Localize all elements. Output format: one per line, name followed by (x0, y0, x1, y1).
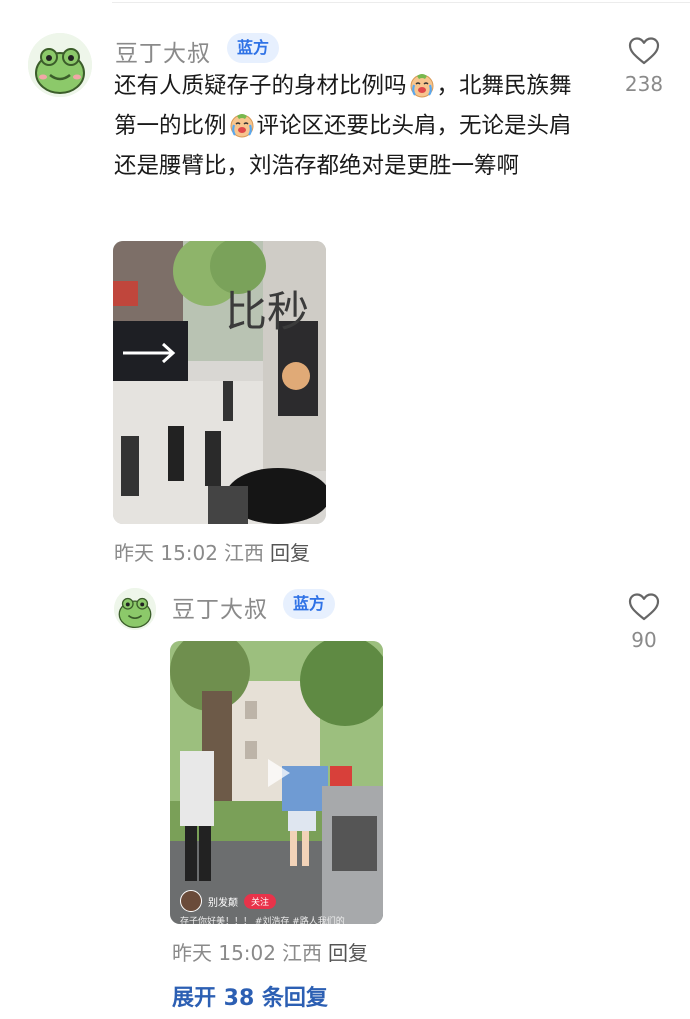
like-button[interactable]: 238 (616, 36, 672, 96)
photo-overlay-text: 比秒 (225, 287, 309, 336)
comment-meta: 昨天 15:02 江西 回复 (114, 537, 316, 566)
commenter-avatar[interactable] (28, 33, 92, 97)
reply-video[interactable]: 别发颠 关注 存子你好美！！！ #刘浩存 #路人我们的 (170, 641, 383, 924)
reply-meta: 昨天 15:02 江西 回复 (172, 937, 374, 966)
comment-time: 昨天 15:02 (114, 541, 218, 565)
commenter-username[interactable]: 豆丁大叔 (115, 34, 211, 68)
like-count: 238 (624, 72, 664, 96)
crying-laughing-face-icon (408, 71, 436, 99)
video-author-avatar (180, 890, 202, 912)
team-badge: 蓝方 (227, 33, 280, 63)
reply-button[interactable]: 回复 (328, 941, 368, 965)
reply-username[interactable]: 豆丁大叔 (172, 590, 268, 624)
video-thumbnail-image (170, 641, 383, 924)
street-photo-image: 比秒 (113, 241, 326, 524)
heart-icon (628, 593, 660, 621)
comment-photo[interactable]: 比秒 (113, 241, 326, 524)
reply-avatar[interactable] (114, 588, 156, 630)
frog-avatar-icon (28, 33, 92, 97)
heart-icon (628, 37, 660, 65)
top-divider (112, 2, 690, 3)
video-caption: 存子你好美！！！ #刘浩存 #路人我们的 (180, 917, 345, 924)
comment-text-part-1: 还有人质疑存子的身材比例吗 (114, 73, 407, 99)
comment-text: 还有人质疑存子的身材比例吗 ，北舞民族舞第一的比例 评论区还要比头肩，无论是头肩… (114, 66, 594, 186)
like-count: 90 (631, 628, 657, 652)
crying-laughing-face-icon (228, 111, 256, 139)
team-badge: 蓝方 (283, 589, 336, 619)
expand-replies-link[interactable]: 展开 38 条回复 (172, 980, 328, 1012)
follow-button[interactable]: 关注 (244, 893, 277, 909)
reply-time: 昨天 15:02 (172, 941, 276, 965)
comment-location: 江西 (224, 541, 264, 565)
video-author: 别发颠 关注 (180, 890, 277, 912)
frog-avatar-icon (114, 588, 156, 630)
reply-location: 江西 (282, 941, 322, 965)
video-author-name: 别发颠 (208, 897, 238, 909)
like-button[interactable]: 90 (616, 592, 672, 652)
reply-button[interactable]: 回复 (270, 541, 310, 565)
